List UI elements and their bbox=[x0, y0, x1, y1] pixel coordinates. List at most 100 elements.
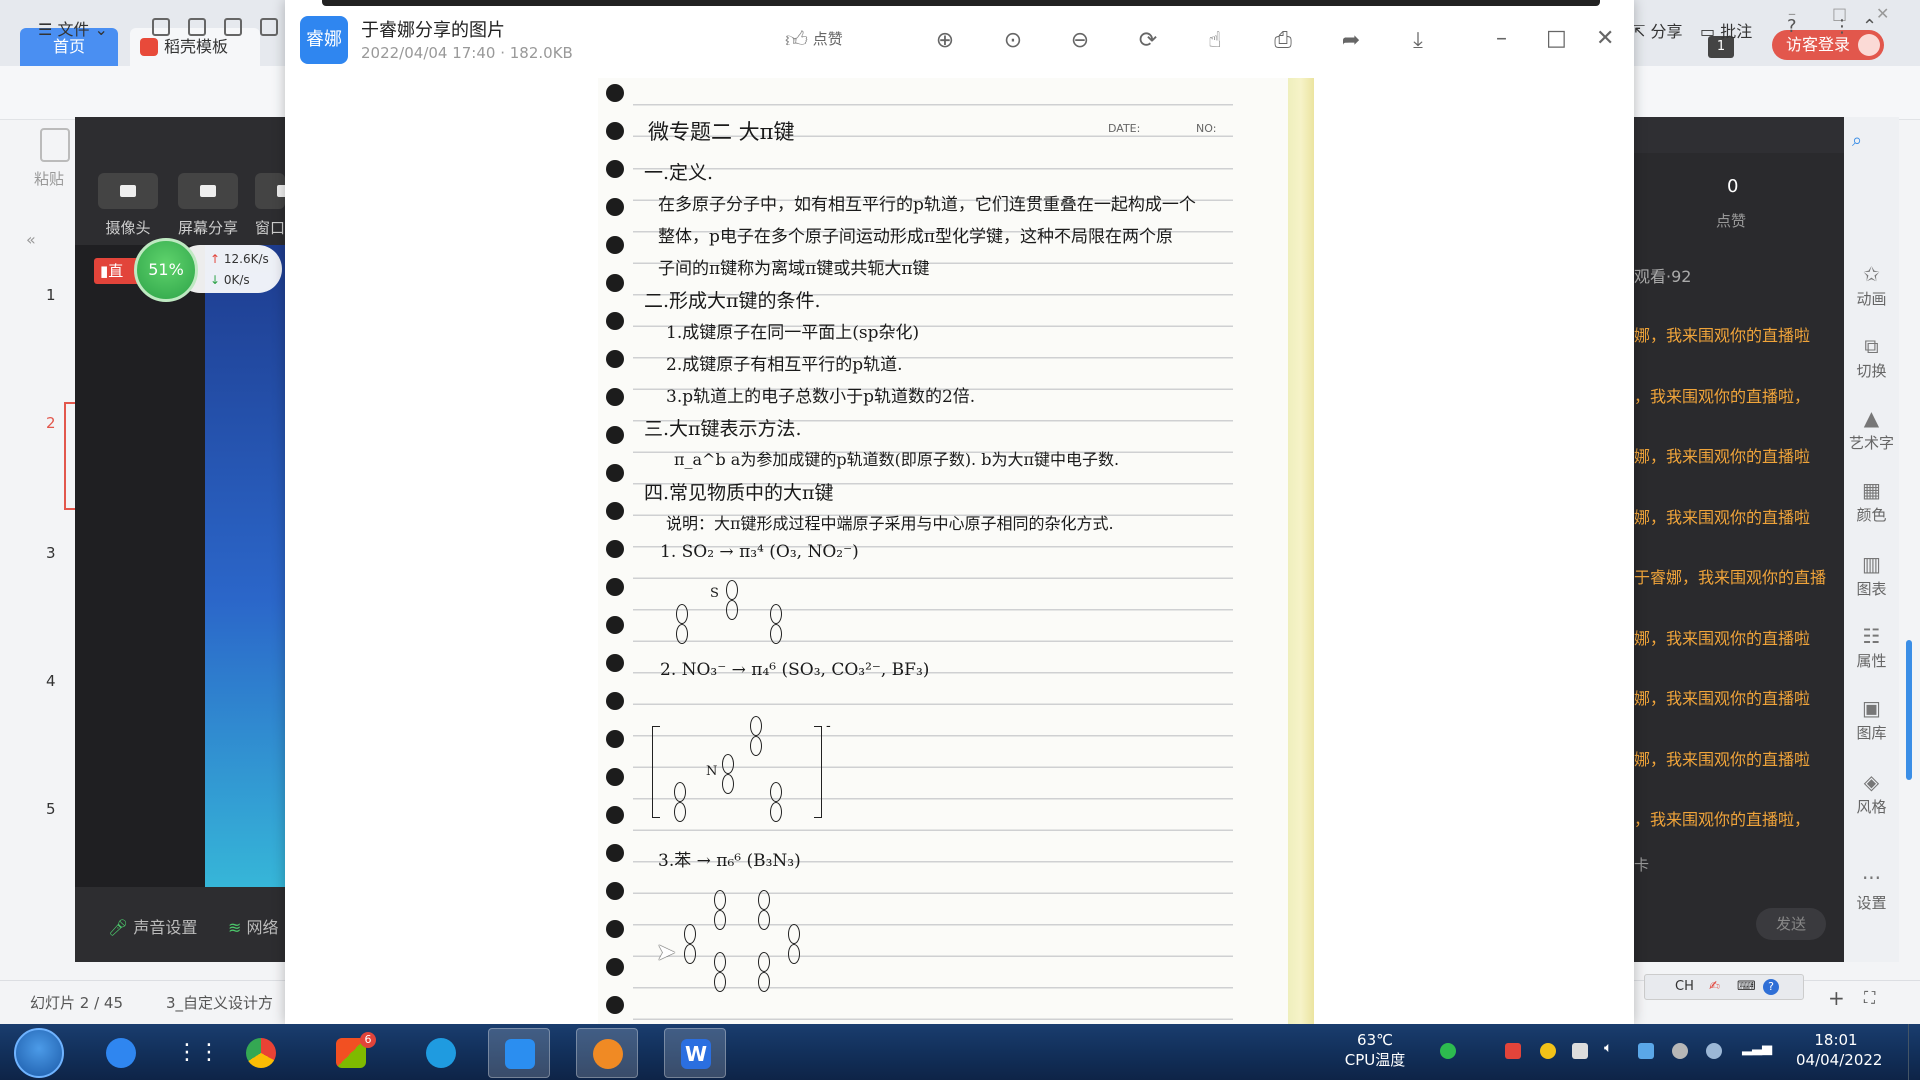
antivirus-tray-icon[interactable] bbox=[1505, 1043, 1521, 1059]
note-line: π_a^b a为参加成键的p轨道数(即原子数). b为大π键中电子数. bbox=[674, 450, 1120, 469]
viewer-close-icon[interactable]: ✕ bbox=[1596, 26, 1614, 51]
tool-switch[interactable]: ⧉ 切换 bbox=[1844, 334, 1899, 381]
chart-icon: ▥ bbox=[1862, 552, 1881, 576]
print-icon[interactable] bbox=[224, 18, 242, 36]
p-orbital-lobe bbox=[758, 910, 770, 930]
search-icon[interactable]: ⌕ bbox=[1852, 130, 1862, 151]
fullscreen-icon[interactable]: ⛶ bbox=[1864, 988, 1875, 1008]
show-desktop-button[interactable] bbox=[1908, 1024, 1920, 1080]
system-clock[interactable]: 18:01 04/04/2022 bbox=[1796, 1030, 1882, 1070]
taskbar-chrome[interactable] bbox=[230, 1028, 292, 1078]
slide-number-active[interactable]: 2 bbox=[46, 414, 56, 432]
viewer-minimize-icon[interactable]: – bbox=[1496, 26, 1507, 51]
gallery-icon: ▣ bbox=[1862, 696, 1881, 720]
send-button[interactable]: 发送 bbox=[1756, 908, 1826, 940]
collapse-ribbon-icon[interactable]: ⌃ bbox=[1862, 16, 1877, 37]
tool-animation[interactable]: ✩ 动画 bbox=[1844, 262, 1899, 309]
shield-tray-icon[interactable] bbox=[1706, 1043, 1722, 1059]
thumbs-up-icon: 👍︎ bbox=[785, 28, 808, 53]
network-status[interactable]: ≋ 网络 bbox=[228, 914, 279, 938]
camera-button[interactable]: 摄像头 bbox=[92, 173, 164, 238]
tool-art-text[interactable]: ▲ 艺术字 bbox=[1844, 406, 1899, 453]
fit-icon[interactable]: ⊙ bbox=[998, 26, 1028, 56]
taskbar-store[interactable]: 6 bbox=[320, 1028, 382, 1078]
animation-icon: ✩ bbox=[1863, 262, 1880, 286]
ime-lang[interactable]: CH bbox=[1675, 979, 1694, 994]
spiral-hole bbox=[606, 654, 624, 672]
arrow-up-icon: ↑ bbox=[210, 252, 224, 266]
chat-message: 娜，我来围观你的直播啦 bbox=[1634, 689, 1811, 708]
note-line: 一.定义. bbox=[644, 162, 714, 184]
taskbar-app-grid[interactable]: ⋮⋮ bbox=[160, 1028, 222, 1078]
signal-icon[interactable]: ▂▃▅ bbox=[1742, 1041, 1772, 1057]
rotate-icon[interactable]: ⟳ bbox=[1133, 26, 1163, 56]
undo-icon[interactable] bbox=[188, 18, 206, 36]
window-button[interactable]: 窗口 bbox=[250, 173, 290, 238]
spiral-hole bbox=[606, 84, 624, 102]
p-orbital-lobe bbox=[758, 952, 770, 972]
slide-number[interactable]: 1 bbox=[46, 286, 56, 304]
ime-keyboard-icon[interactable]: ⌨ bbox=[1737, 979, 1756, 994]
device-tray-icon[interactable] bbox=[1572, 1043, 1588, 1059]
guest-login-label: 访客登录 bbox=[1786, 35, 1851, 54]
tool-chart[interactable]: ▥ 图表 bbox=[1844, 552, 1899, 599]
start-button[interactable] bbox=[14, 1028, 64, 1078]
spiral-hole bbox=[606, 616, 624, 634]
viewer-maximize-icon[interactable]: □ bbox=[1546, 26, 1567, 51]
tool-settings[interactable]: ··· 设置 bbox=[1844, 866, 1899, 913]
annotate-button[interactable]: ▭ 批注 bbox=[1700, 18, 1752, 42]
add-tray-icon[interactable] bbox=[1540, 1043, 1556, 1059]
ime-pen-icon[interactable]: ✍ bbox=[1709, 979, 1720, 994]
zoom-in-icon[interactable]: ⊕ bbox=[930, 26, 960, 56]
volume-icon[interactable]: 🔈︎ bbox=[1604, 1040, 1620, 1056]
close-icon[interactable]: ✕ bbox=[1876, 4, 1889, 23]
upload-rate: ↑ 12.6K/s bbox=[210, 252, 269, 266]
taskbar-live-app[interactable] bbox=[576, 1028, 638, 1078]
paste-label: 粘贴 bbox=[34, 170, 65, 188]
user-tray-icon[interactable] bbox=[1672, 1043, 1688, 1059]
tool-style[interactable]: ◈ 风格 bbox=[1844, 770, 1899, 817]
spiral-hole bbox=[606, 692, 624, 710]
share-button[interactable]: ⇱ 分享 bbox=[1632, 18, 1683, 42]
taskbar-ie-browser[interactable] bbox=[90, 1028, 152, 1078]
taskbar-feishu[interactable] bbox=[488, 1028, 550, 1078]
p-orbital-lobe bbox=[750, 716, 762, 736]
ime-help-icon[interactable]: ? bbox=[1763, 979, 1779, 995]
ime-toolbar[interactable]: CH ✍ ⌨ ? bbox=[1644, 974, 1804, 1000]
hamburger-icon: ☰ bbox=[38, 20, 58, 39]
design-theme-label[interactable]: 3_自定义设计方 bbox=[166, 992, 273, 1013]
tool-properties[interactable]: ☷ 属性 bbox=[1844, 624, 1899, 671]
window-label: 窗口 bbox=[254, 219, 285, 237]
card-label[interactable]: 卡 bbox=[1634, 854, 1649, 875]
bracket-left bbox=[652, 726, 660, 818]
taskbar-edge[interactable] bbox=[410, 1028, 472, 1078]
tool-gallery[interactable]: ▣ 图库 bbox=[1844, 696, 1899, 743]
download-icon[interactable]: ⤓ bbox=[1403, 26, 1433, 56]
slide-number[interactable]: 5 bbox=[46, 800, 56, 818]
menu-file[interactable]: ☰ 文件 ⌄ bbox=[38, 16, 108, 40]
share-icon[interactable]: ➦ bbox=[1336, 26, 1366, 56]
paste-icon[interactable] bbox=[40, 128, 70, 162]
help-button[interactable]: ? bbox=[1787, 16, 1797, 37]
viewer-count: 观看·92 bbox=[1634, 267, 1692, 286]
edge-icon bbox=[426, 1038, 456, 1068]
taskbar-wps[interactable]: W bbox=[664, 1028, 726, 1078]
add-icon[interactable]: + bbox=[1828, 986, 1845, 1010]
slide-number[interactable]: 3 bbox=[46, 544, 56, 562]
like-button[interactable]: 👍︎ 点赞 bbox=[785, 26, 843, 53]
hand-icon[interactable]: ☝ bbox=[1200, 26, 1230, 56]
sound-settings-button[interactable]: 🎤︎ 声音设置 bbox=[108, 914, 197, 938]
save-icon[interactable] bbox=[152, 18, 170, 36]
print-icon[interactable]: ⎙ bbox=[1268, 26, 1298, 56]
screen-share-button[interactable]: 屏幕分享 bbox=[170, 173, 246, 238]
p-orbital-lobe bbox=[714, 952, 726, 972]
scrollbar-thumb[interactable] bbox=[1906, 640, 1912, 780]
wechat-tray-icon[interactable] bbox=[1440, 1043, 1456, 1059]
more-icon[interactable]: ⋮ bbox=[1833, 16, 1851, 37]
collapse-panel-icon[interactable]: « bbox=[26, 230, 36, 249]
tool-color[interactable]: ▦ 颜色 bbox=[1844, 478, 1899, 525]
preview-icon[interactable] bbox=[260, 18, 278, 36]
network-tray-icon[interactable] bbox=[1638, 1043, 1654, 1059]
zoom-out-icon[interactable]: ⊖ bbox=[1065, 26, 1095, 56]
slide-number[interactable]: 4 bbox=[46, 672, 56, 690]
